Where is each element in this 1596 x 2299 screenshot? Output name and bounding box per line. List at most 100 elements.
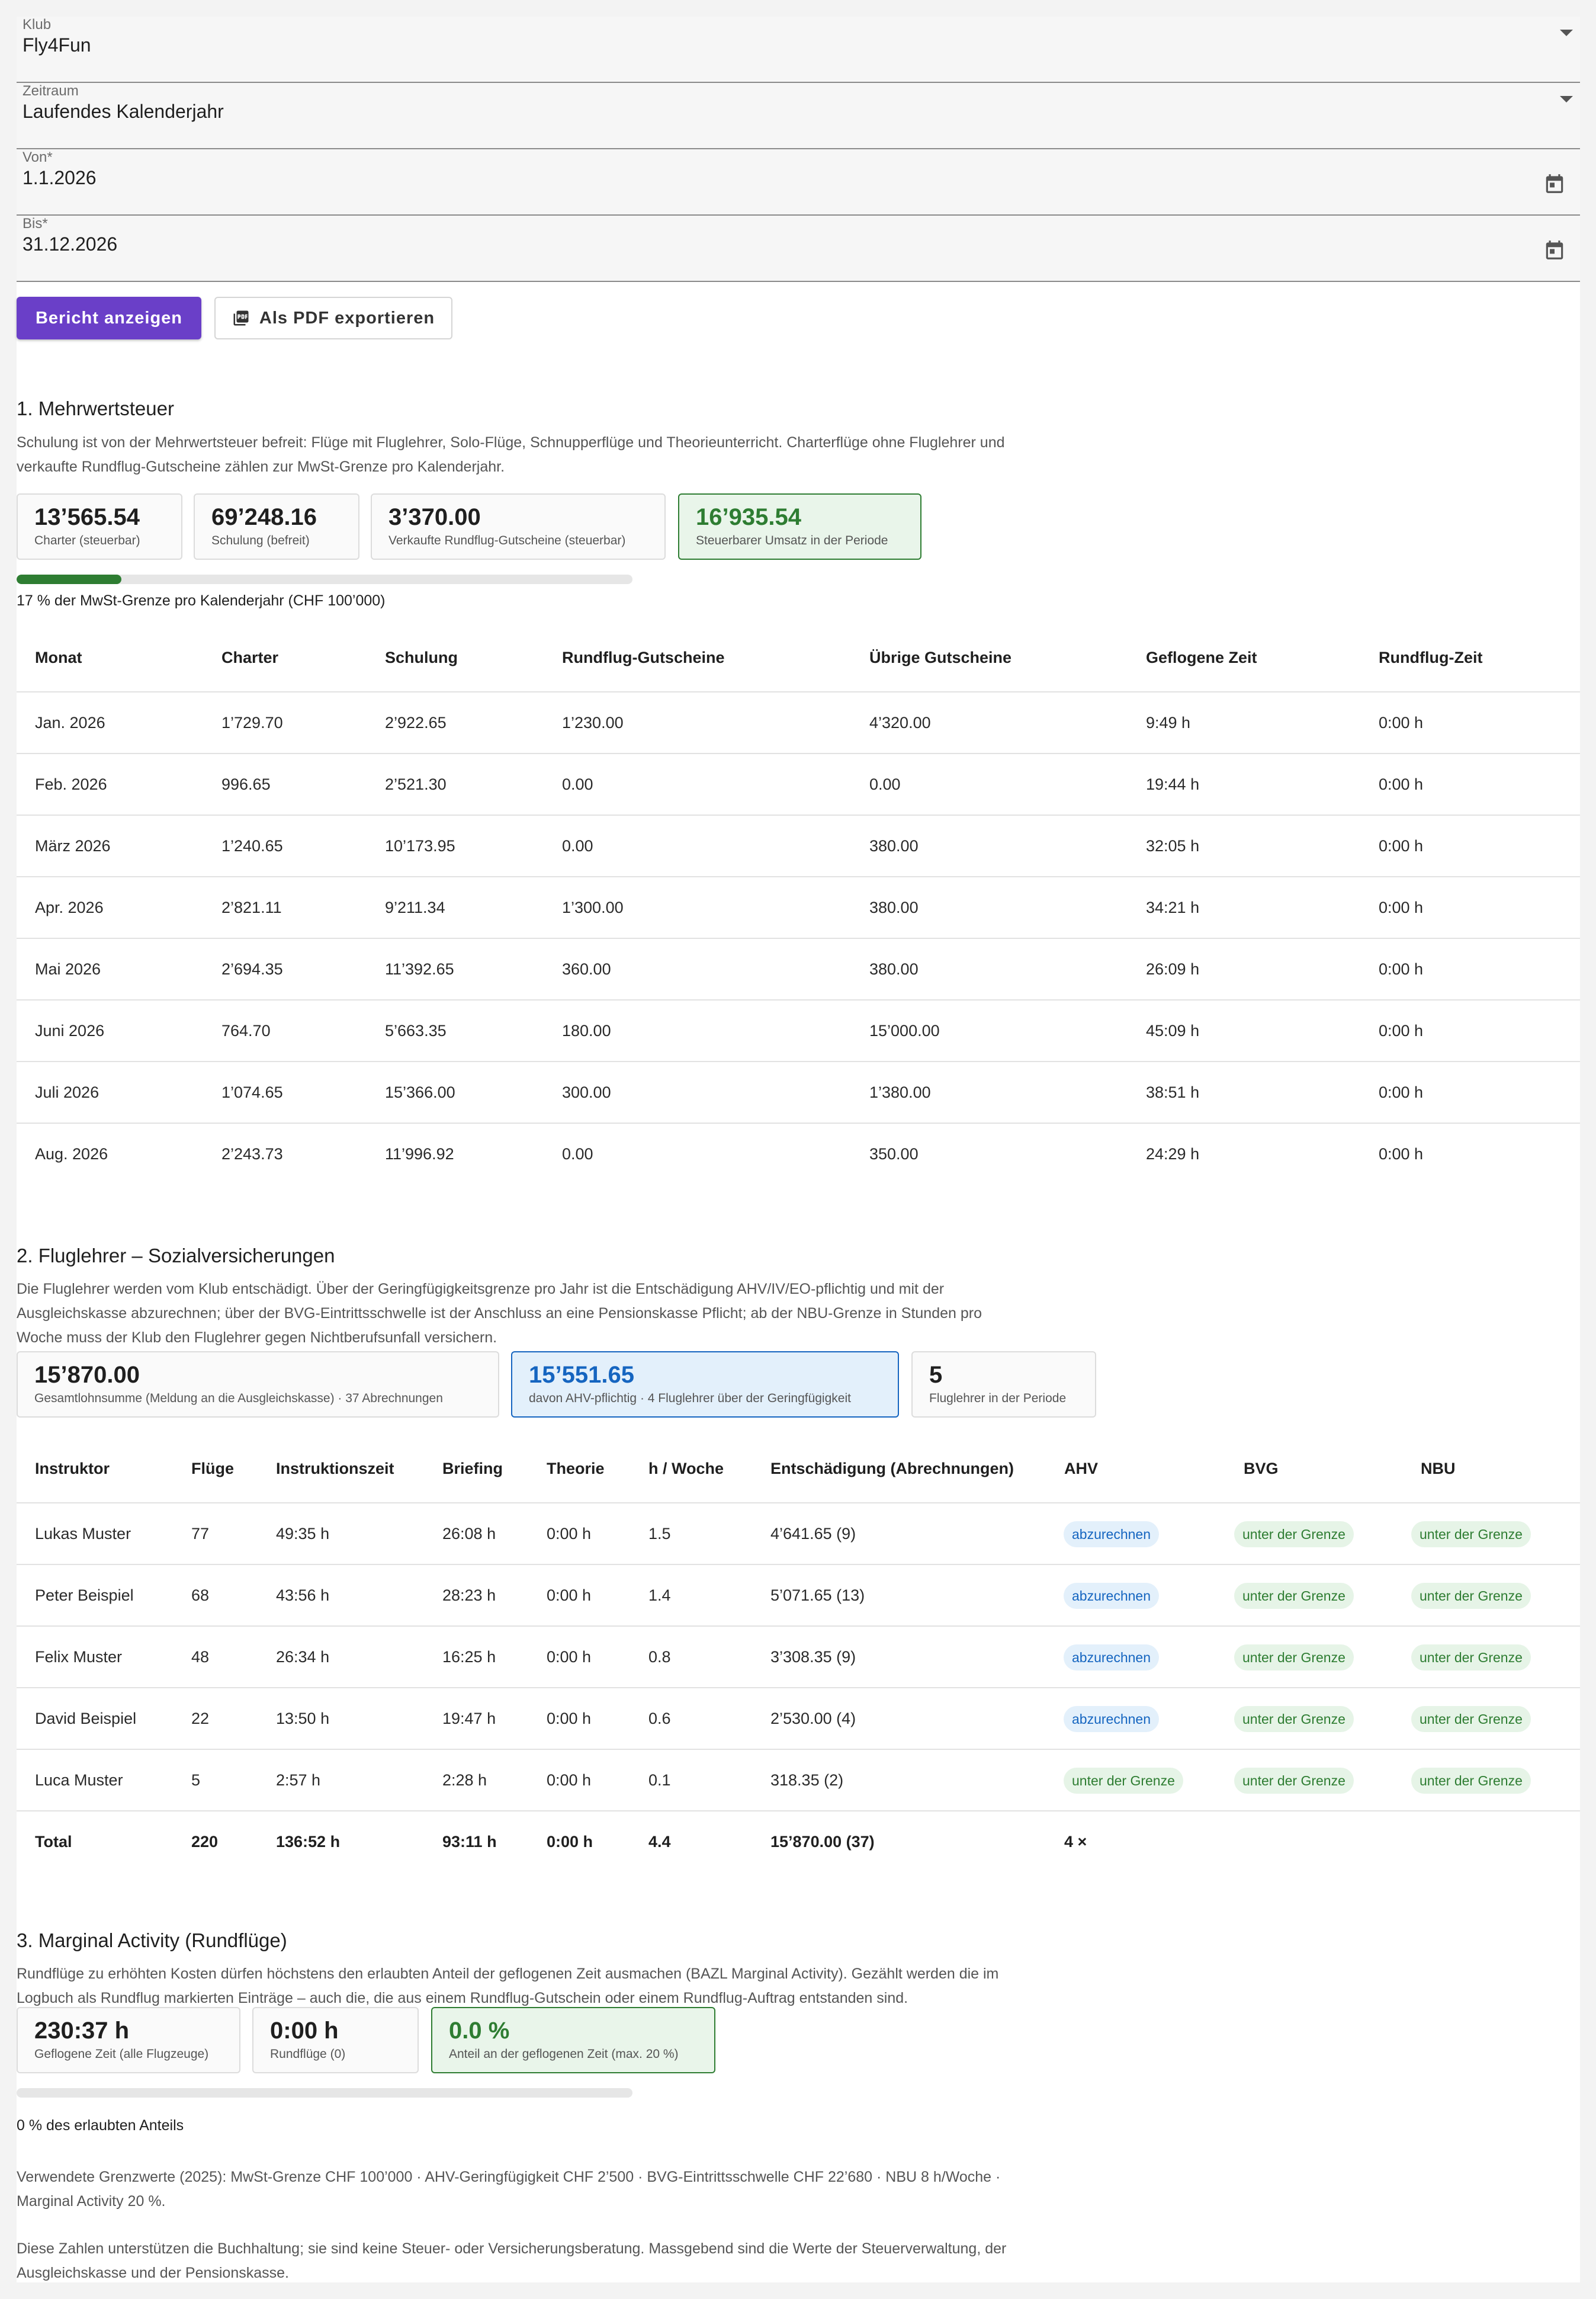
table-cell: 38:51 h — [1146, 1083, 1200, 1101]
table-cell: 19:47 h — [442, 1710, 496, 1727]
table-cell: 9:49 h — [1146, 714, 1191, 732]
bis-label: Bis* — [23, 216, 48, 232]
table-cell: 13:50 h — [276, 1710, 330, 1727]
stat-geflogene-zeit: 230:37 h Geflogene Zeit (alle Flugzeuge) — [17, 2007, 240, 2073]
bvg-status-badge: unter der Grenze — [1234, 1768, 1354, 1794]
stat-value: 16’935.54 — [696, 504, 801, 530]
table-cell: 43:56 h — [276, 1586, 330, 1604]
table-cell: 19:44 h — [1146, 775, 1200, 793]
table-cell: 4’320.00 — [869, 714, 931, 732]
total-cell: 15’870.00 (37) — [770, 1833, 875, 1851]
chevron-down-icon — [1560, 96, 1573, 102]
von-date-field[interactable]: Von* 1.1.2026 — [17, 149, 1580, 216]
table-cell: 9’211.34 — [385, 899, 445, 916]
total-cell: 4.4 — [648, 1833, 671, 1851]
table-cell: 1.4 — [648, 1586, 671, 1604]
table-row: Feb. 2026 996.65 2’521.30 0.00 0.00 19:44 h 0:… — [17, 754, 1580, 816]
column-header: Briefing — [442, 1460, 503, 1477]
zeitraum-select[interactable]: Zeitraum Laufendes Kalenderjahr — [17, 83, 1580, 149]
marginal-description-line: Rundflüge zu erhöhten Kosten dürfen höch… — [17, 1965, 999, 1982]
table-cell: 1’074.65 — [221, 1083, 283, 1101]
table-cell: 26:34 h — [276, 1648, 330, 1666]
table-row: Felix Muster 48 26:34 h 16:25 h 0:00 h 0.8 3’3… — [17, 1627, 1580, 1688]
vat-description: Schulung ist von der Mehrwertsteuer befr… — [17, 431, 1112, 479]
table-cell: Juli 2026 — [35, 1083, 99, 1101]
stat-value: 0.0 % — [449, 2018, 510, 2044]
table-cell: 45:09 h — [1146, 1022, 1200, 1040]
table-row: Luca Muster 5 2:57 h 2:28 h 0:00 h 0.1 318.35 … — [17, 1750, 1580, 1811]
stat-value: 230:37 h — [34, 2018, 130, 2044]
table-cell: 1’230.00 — [562, 714, 624, 732]
show-report-button[interactable]: Bericht anzeigen — [17, 297, 201, 339]
table-cell: 0:00 h — [547, 1710, 592, 1727]
bvg-status-badge: unter der Grenze — [1234, 1583, 1354, 1609]
limits-note: Verwendete Grenzwerte (2025): MwSt-Grenz… — [17, 2165, 1112, 2214]
chevron-down-icon — [1560, 30, 1573, 36]
column-header: Instruktor — [35, 1460, 110, 1477]
table-cell: 380.00 — [869, 960, 919, 978]
total-cell: 4 × — [1064, 1833, 1087, 1851]
ahv-status-badge: abzurechnen — [1064, 1521, 1159, 1547]
table-cell: 2’243.73 — [221, 1145, 283, 1163]
vat-description-line: verkaufte Rundflug-Gutscheine zählen zur… — [17, 458, 505, 475]
table-cell: 2’922.65 — [385, 714, 447, 732]
stat-value: 0:00 h — [270, 2018, 339, 2044]
stat-label: Rundflüge (0) — [270, 2047, 346, 2061]
table-cell: 5’071.65 (13) — [770, 1586, 865, 1604]
stat-label: Fluglehrer in der Periode — [929, 1391, 1067, 1405]
disclaimer: Diese Zahlen unterstützen die Buchhaltun… — [17, 2237, 1112, 2285]
table-cell: Apr. 2026 — [35, 899, 104, 916]
stat-label: Geflogene Zeit (alle Flugzeuge) — [34, 2047, 209, 2061]
table-cell: Juni 2026 — [35, 1022, 105, 1040]
limits-note-line: Verwendete Grenzwerte (2025): MwSt-Grenz… — [17, 2169, 1001, 2185]
table-cell: 16:25 h — [442, 1648, 496, 1666]
table-cell: 0:00 h — [1379, 960, 1424, 978]
marginal-progress-text: 0 % des erlaubten Anteils — [17, 2117, 184, 2134]
column-header: Übrige Gutscheine — [869, 649, 1012, 666]
table-cell: 2’694.35 — [221, 960, 283, 978]
table-cell: 350.00 — [869, 1145, 919, 1163]
bis-date-field[interactable]: Bis* 31.12.2026 — [17, 216, 1580, 282]
nbu-status-badge: unter der Grenze — [1411, 1644, 1531, 1670]
ahv-status-badge: unter der Grenze — [1064, 1768, 1183, 1794]
table-row: David Beispiel 22 13:50 h 19:47 h 0:00 h 0.6 2… — [17, 1688, 1580, 1750]
table-cell: 2:57 h — [276, 1771, 321, 1789]
stat-rundfluege: 0:00 h Rundflüge (0) — [252, 2007, 419, 2073]
stat-value: 13’565.54 — [34, 504, 140, 530]
stat-value: 69’248.16 — [211, 504, 317, 530]
klub-label: Klub — [23, 17, 52, 33]
klub-select[interactable]: Klub Fly4Fun — [17, 17, 1580, 83]
table-cell: 1’240.65 — [221, 837, 283, 855]
instructors-description: Die Fluglehrer werden vom Klub entschädi… — [17, 1277, 1112, 1350]
column-header: Schulung — [385, 649, 458, 666]
table-cell: 0.00 — [869, 775, 901, 793]
stat-anteil: 0.0 % Anteil an der geflogenen Zeit (max… — [431, 2007, 715, 2073]
column-header: Entschädigung (Abrechnungen) — [770, 1460, 1014, 1477]
nbu-status-badge: unter der Grenze — [1411, 1521, 1531, 1547]
export-pdf-button[interactable]: Als PDF exportieren — [214, 297, 452, 339]
vat-description-line: Schulung ist von der Mehrwertsteuer befr… — [17, 434, 1005, 451]
table-cell: 2:28 h — [442, 1771, 487, 1789]
stat-label: davon AHV-pflichtig · 4 Fluglehrer über … — [529, 1391, 851, 1405]
table-cell: 0:00 h — [547, 1648, 592, 1666]
calendar-icon[interactable] — [1543, 172, 1566, 195]
table-cell: Feb. 2026 — [35, 775, 107, 793]
export-pdf-label: Als PDF exportieren — [259, 308, 435, 328]
calendar-icon[interactable] — [1543, 238, 1566, 262]
table-header-row: Instruktor Flüge Instruktionszeit Briefing T… — [17, 1442, 1580, 1503]
bvg-status-badge: unter der Grenze — [1234, 1644, 1354, 1670]
marginal-section-title: 3. Marginal Activity (Rundflüge) — [17, 1929, 287, 1951]
table-cell: 180.00 — [562, 1022, 611, 1040]
table-cell: 380.00 — [869, 899, 919, 916]
table-cell: 26:09 h — [1146, 960, 1200, 978]
table-row: Juli 2026 1’074.65 15’366.00 300.00 1’380.00… — [17, 1062, 1580, 1124]
table-cell: 15’000.00 — [869, 1022, 940, 1040]
instructors-description-line: Die Fluglehrer werden vom Klub entschädi… — [17, 1281, 945, 1297]
table-cell: 996.65 — [221, 775, 271, 793]
stat-label: Anteil an der geflogenen Zeit (max. 20 %… — [449, 2047, 679, 2061]
von-label: Von* — [23, 149, 53, 165]
stat-label: Verkaufte Rundflug-Gutscheine (steuerbar… — [388, 534, 626, 547]
table-cell: 380.00 — [869, 837, 919, 855]
table-cell: Lukas Muster — [35, 1525, 131, 1543]
von-value: 1.1.2026 — [23, 167, 97, 188]
